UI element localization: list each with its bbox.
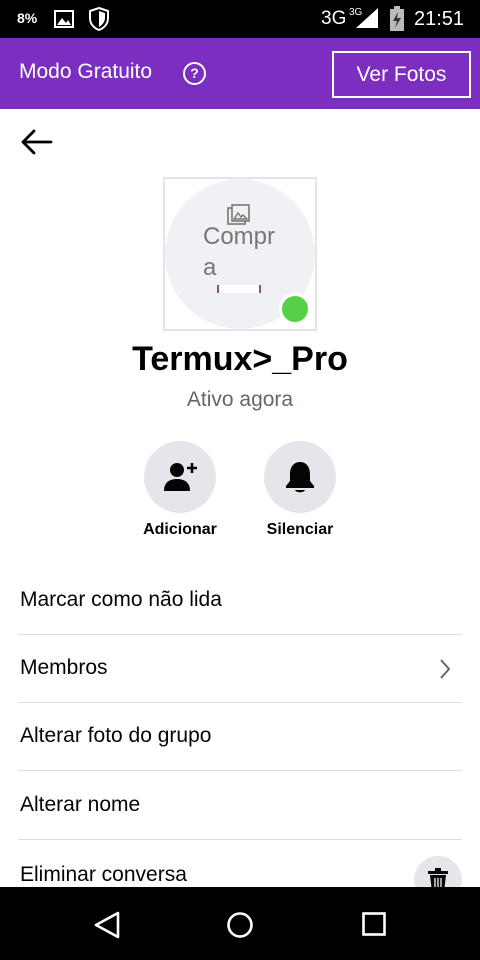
menu-item-label: Membros — [20, 656, 108, 679]
chevron-right-icon — [440, 659, 451, 679]
menu-item-change-name[interactable]: Alterar nome — [18, 772, 462, 840]
free-mode-title: Modo Gratuito — [19, 60, 153, 83]
add-member-label: Adicionar — [143, 521, 217, 538]
menu-item-mark-unread[interactable]: Marcar como não lida — [18, 567, 462, 635]
avatar-alt-text: Compra — [203, 223, 276, 281]
view-photos-button[interactable]: Ver Fotos — [332, 51, 471, 98]
menu-item-label: Alterar nome — [20, 793, 141, 816]
battery-icon — [390, 6, 404, 31]
menu-item-label: Eliminar conversa — [20, 863, 187, 886]
activity-status: Ativo agora — [186, 388, 294, 411]
free-mode-banner: Modo Gratuito ? Ver Fotos — [0, 38, 480, 109]
signal-icon — [356, 8, 378, 28]
battery-percentage: 8% — [17, 10, 38, 26]
mute-label: Silenciar — [266, 521, 334, 538]
bell-icon — [286, 462, 314, 493]
nav-back-icon[interactable] — [94, 911, 120, 939]
network-type: 3G — [321, 8, 347, 29]
shield-icon — [89, 7, 109, 31]
menu-item-label: Marcar como não lida — [20, 588, 222, 611]
add-member-action[interactable]: Adicionar — [120, 441, 240, 539]
gallery-icon — [54, 10, 74, 28]
add-person-icon — [164, 463, 197, 491]
back-arrow-icon[interactable] — [18, 127, 54, 157]
help-icon[interactable]: ? — [183, 62, 206, 85]
online-indicator — [279, 293, 311, 325]
clock: 21:51 — [414, 8, 465, 30]
navigation-bar — [0, 887, 480, 960]
menu-item-label: Alterar foto do grupo — [20, 724, 212, 747]
mute-button[interactable] — [264, 441, 336, 513]
avatar-placeholder-line — [217, 285, 261, 293]
mute-action[interactable]: Silenciar — [240, 441, 360, 539]
nav-recents-icon[interactable] — [362, 912, 386, 936]
menu-item-change-photo[interactable]: Alterar foto do grupo — [18, 703, 462, 771]
status-bar: 8% 3G 3G 21:51 — [0, 0, 480, 38]
nav-home-icon[interactable] — [226, 911, 254, 939]
menu-item-members[interactable]: Membros — [18, 635, 462, 703]
group-name: Termux>_Pro — [132, 340, 348, 378]
add-member-button[interactable] — [144, 441, 216, 513]
